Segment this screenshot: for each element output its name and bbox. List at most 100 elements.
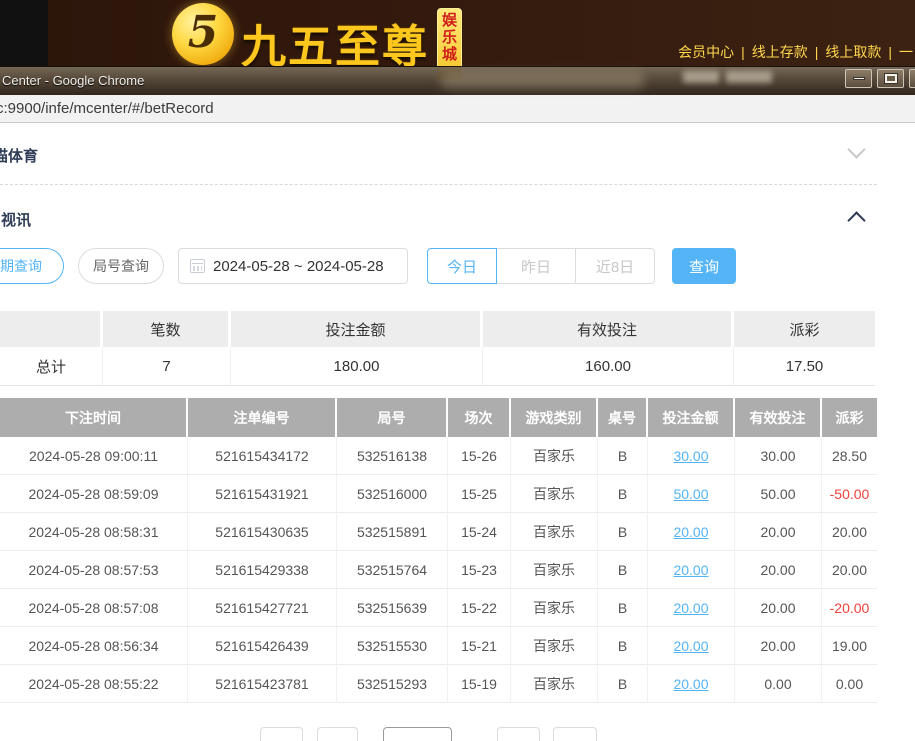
badge-char: 乐 [442,29,457,46]
bet-amount-link[interactable]: 20.00 [648,513,735,551]
table-no-cell: B [598,513,648,551]
bet-amount-link-text[interactable]: 20.00 [673,600,708,616]
last8days-button[interactable]: 近8日 [575,248,655,284]
round-id-cell: 532516138 [337,437,448,475]
payout-cell: 28.50 [822,437,877,475]
pagination-button[interactable] [260,727,303,741]
game-type-cell: 百家乐 [511,627,598,665]
bet-amount-link[interactable]: 50.00 [648,475,735,513]
payout-cell: -50.00 [822,475,877,513]
session-cell: 15-24 [448,513,511,551]
bet-record-table: 下注时间注单编号局号场次游戏类别桌号投注金额有效投注派彩 2024-05-28 … [0,398,877,703]
nav-link[interactable]: 线上存款 [752,42,808,62]
search-button[interactable]: 查询 [672,248,736,284]
close-button[interactable] [909,69,915,88]
date-range-input[interactable]: 2024-05-28 ~ 2024-05-28 [178,248,408,284]
pagination-current-button[interactable] [383,727,452,741]
pagination [0,727,915,741]
date-query-tab[interactable]: 日期查询 [0,248,64,284]
table-row: 2024-05-28 08:56:34521615426439532515530… [0,627,877,665]
address-bar[interactable]: c:9900/infe/mcenter/#/betRecord [0,95,915,123]
session-cell: 15-21 [448,627,511,665]
summary-header-count: 笔数 [103,311,231,347]
today-button[interactable]: 今日 [427,248,497,284]
window-title: Center - Google Chrome [2,73,144,88]
bet-amount-link[interactable]: 20.00 [648,589,735,627]
round-id-cell: 532515530 [337,627,448,665]
bet-id-cell: 521615430635 [188,513,337,551]
table-no-cell: B [598,551,648,589]
bet-id-cell: 521615431921 [188,475,337,513]
valid-bet-cell: 20.00 [735,627,822,665]
bet-amount-link-text[interactable]: 20.00 [673,638,708,654]
maximize-icon [885,74,897,83]
bet-amount-link-text[interactable]: 20.00 [673,562,708,578]
column-header: 投注金额 [648,398,735,437]
bet-table-header: 下注时间注单编号局号场次游戏类别桌号投注金额有效投注派彩 [0,398,877,437]
pagination-button[interactable] [497,727,540,741]
game-type-cell: 百家乐 [511,551,598,589]
minimize-button[interactable] [845,69,872,88]
nav-link[interactable]: 线上取款 [825,42,881,62]
table-row: 2024-05-28 08:59:09521615431921532516000… [0,475,877,513]
table-row: 2024-05-28 08:55:22521615423781532515293… [0,665,877,703]
bet-amount-link[interactable]: 30.00 [648,437,735,475]
nav-link[interactable]: 一 [899,42,913,62]
table-row: 2024-05-28 08:58:31521615430635532515891… [0,513,877,551]
session-cell: 15-25 [448,475,511,513]
session-cell: 15-22 [448,589,511,627]
brand-logo-icon: 5 [172,3,234,65]
round-query-tab[interactable]: 局号查询 [78,248,164,284]
bet-time-cell: 2024-05-28 08:59:09 [0,475,188,513]
round-id-cell: 532515764 [337,551,448,589]
pagination-button[interactable] [553,727,597,741]
column-header: 有效投注 [735,398,822,437]
game-type-cell: 百家乐 [511,589,598,627]
section-live-label: 视讯 [1,209,31,230]
valid-bet-cell: 30.00 [735,437,822,475]
maximize-button[interactable] [877,69,904,88]
table-no-cell: B [598,665,648,703]
bet-amount-link-text[interactable]: 50.00 [673,486,708,502]
session-cell: 15-19 [448,665,511,703]
black-corner-block [0,0,48,66]
nav-link[interactable]: 会员中心 [678,42,734,62]
session-cell: 15-23 [448,551,511,589]
summary-header-valid-bet: 有效投注 [483,311,734,347]
bet-amount-link-text[interactable]: 20.00 [673,524,708,540]
column-header: 场次 [448,398,511,437]
valid-bet-cell: 20.00 [735,513,822,551]
valid-bet-cell: 20.00 [735,551,822,589]
summary-header-blank [0,311,103,347]
table-no-cell: B [598,627,648,665]
game-type-cell: 百家乐 [511,513,598,551]
game-type-cell: 百家乐 [511,475,598,513]
bet-amount-link[interactable]: 20.00 [648,551,735,589]
url-text: c:9900/infe/mcenter/#/betRecord [0,100,214,117]
minimize-icon [853,77,865,80]
summary-total-payout: 17.50 [734,347,875,386]
payout-cell: 19.00 [822,627,877,665]
bet-amount-link-text[interactable]: 20.00 [673,676,708,692]
valid-bet-cell: 50.00 [735,475,822,513]
bet-time-cell: 2024-05-28 09:00:11 [0,437,188,475]
yesterday-button[interactable]: 昨日 [496,248,576,284]
bet-amount-link-text[interactable]: 30.00 [673,448,708,464]
nav-separator: | [741,44,745,60]
payout-cell: 0.00 [822,665,877,703]
table-row: 2024-05-28 08:57:08521615427721532515639… [0,589,877,627]
payout-cell: -20.00 [822,589,877,627]
bet-id-cell: 521615429338 [188,551,337,589]
column-header: 派彩 [822,398,877,437]
pagination-button[interactable] [317,727,358,741]
round-id-cell: 532515293 [337,665,448,703]
bet-amount-link[interactable]: 20.00 [648,665,735,703]
bet-amount-link[interactable]: 20.00 [648,627,735,665]
table-no-cell: B [598,437,648,475]
bet-time-cell: 2024-05-28 08:57:08 [0,589,188,627]
bet-time-cell: 2024-05-28 08:57:53 [0,551,188,589]
valid-bet-cell: 0.00 [735,665,822,703]
summary-table: 笔数 投注金额 有效投注 派彩 总计 7 180.00 160.00 17.50 [0,311,875,386]
section-sports-label: 猫体育 [0,145,38,166]
calendar-icon [190,259,205,273]
